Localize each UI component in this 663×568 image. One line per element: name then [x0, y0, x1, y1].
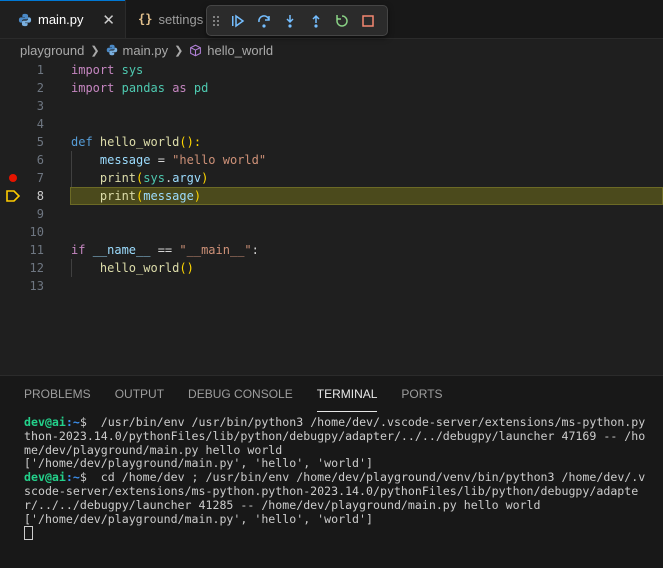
json-braces-icon: {}: [138, 12, 153, 26]
terminal-output-line: ['/home/dev/playground/main.py', 'hello'…: [24, 511, 374, 526]
code-line: 4: [0, 115, 663, 133]
panel-tab-bar: PROBLEMS OUTPUT DEBUG CONSOLE TERMINAL P…: [24, 376, 467, 412]
prompt-user: dev@ai: [24, 415, 66, 429]
line-number: 11: [29, 243, 44, 257]
terminal-command: cd /home/dev ; /usr/bin/env /home/dev/pl…: [24, 470, 646, 512]
chevron-right-icon: ❯: [90, 44, 100, 57]
tab-problems[interactable]: PROBLEMS: [24, 376, 91, 412]
line-number: 3: [36, 99, 44, 113]
breadcrumb-symbol[interactable]: hello_world: [189, 43, 273, 58]
prompt-path: :~: [65, 470, 80, 485]
code-line: 7 print(sys.argv): [0, 169, 663, 187]
line-number: 10: [29, 225, 44, 239]
line-number: 4: [36, 117, 44, 131]
line-number: 6: [36, 153, 44, 167]
code-line: 5 def hello_world():: [0, 133, 663, 151]
terminal-output[interactable]: dev@ai:~$ /usr/bin/env /usr/bin/python3 …: [24, 415, 649, 541]
terminal-command: /usr/bin/env /usr/bin/python3 /home/dev/…: [24, 415, 646, 457]
continue-icon[interactable]: [225, 6, 251, 35]
tab-terminal[interactable]: TERMINAL: [316, 376, 378, 412]
line-number: 12: [29, 261, 44, 275]
terminal-output-line: ['/home/dev/playground/main.py', 'hello'…: [24, 456, 374, 471]
code-line: 12 hello_world(): [0, 259, 663, 277]
code-text: print(message): [99, 189, 202, 203]
code-text: import sys: [71, 63, 144, 77]
line-number: 13: [29, 279, 44, 293]
breadcrumb-symbol-label: hello_world: [207, 42, 274, 58]
tab-label: settings: [158, 11, 204, 27]
python-icon: [106, 44, 117, 56]
breadcrumb-folder[interactable]: playground: [20, 43, 84, 58]
terminal-cursor: [24, 526, 33, 541]
python-icon: [18, 13, 32, 26]
tab-debug-console[interactable]: DEBUG CONSOLE: [188, 376, 293, 412]
code-line: 9: [0, 205, 663, 223]
code-text: if __name__ == "__main__":: [71, 243, 259, 257]
code-line: 1 import sys: [0, 61, 663, 79]
step-out-icon[interactable]: [303, 6, 329, 35]
bottom-panel: PROBLEMS OUTPUT DEBUG CONSOLE TERMINAL P…: [0, 375, 663, 568]
debug-stackframe-arrow-icon[interactable]: [6, 190, 20, 202]
line-number: 1: [36, 63, 44, 77]
breadcrumb: playground ❯ main.py ❯ hello_world: [0, 39, 663, 61]
code-editor[interactable]: 1 import sys 2 import pandas as pd 3 4 5…: [0, 61, 663, 366]
tab-main-py[interactable]: main.py ✕: [0, 0, 125, 38]
prompt-symbol: $: [79, 415, 87, 429]
cube-icon: [190, 44, 202, 56]
line-number: 8: [36, 189, 44, 203]
code-text: hello_world(): [99, 261, 194, 275]
breakpoint-icon[interactable]: [9, 174, 17, 182]
step-into-icon[interactable]: [277, 6, 303, 35]
code-line: 10: [0, 223, 663, 241]
line-number: 2: [36, 81, 44, 95]
drag-handle-icon[interactable]: [207, 6, 225, 35]
restart-icon[interactable]: [329, 6, 355, 35]
line-number: 7: [36, 171, 44, 185]
prompt-symbol: $: [79, 470, 87, 485]
code-line: 11 if __name__ == "__main__":: [0, 241, 663, 259]
code-text: message = "hello world": [99, 153, 267, 167]
code-line: 3: [0, 97, 663, 115]
step-over-icon[interactable]: [251, 6, 277, 35]
line-number: 9: [36, 207, 44, 221]
close-icon[interactable]: ✕: [102, 11, 115, 29]
tab-output[interactable]: OUTPUT: [115, 376, 164, 412]
code-line: 13: [0, 277, 663, 295]
stop-icon[interactable]: [355, 6, 381, 35]
tab-label: main.py: [38, 12, 84, 27]
prompt-path: :~: [65, 415, 80, 429]
code-line-current: 8 print(message): [0, 187, 663, 205]
code-text: print(sys.argv): [99, 171, 209, 185]
code-text: import pandas as pd: [71, 81, 209, 95]
prompt-user: dev@ai: [24, 470, 66, 485]
line-number: 5: [36, 135, 44, 149]
code-text: def hello_world():: [71, 135, 202, 149]
code-line: 2 import pandas as pd: [0, 79, 663, 97]
breadcrumb-file[interactable]: main.py: [106, 42, 169, 58]
chevron-right-icon: ❯: [174, 44, 184, 57]
breadcrumb-file-label: main.py: [122, 42, 169, 58]
debug-toolbar: [206, 5, 388, 36]
code-line: 6 message = "hello world": [0, 151, 663, 169]
tab-settings[interactable]: {} settings: [125, 0, 216, 38]
tab-ports[interactable]: PORTS: [401, 376, 442, 412]
